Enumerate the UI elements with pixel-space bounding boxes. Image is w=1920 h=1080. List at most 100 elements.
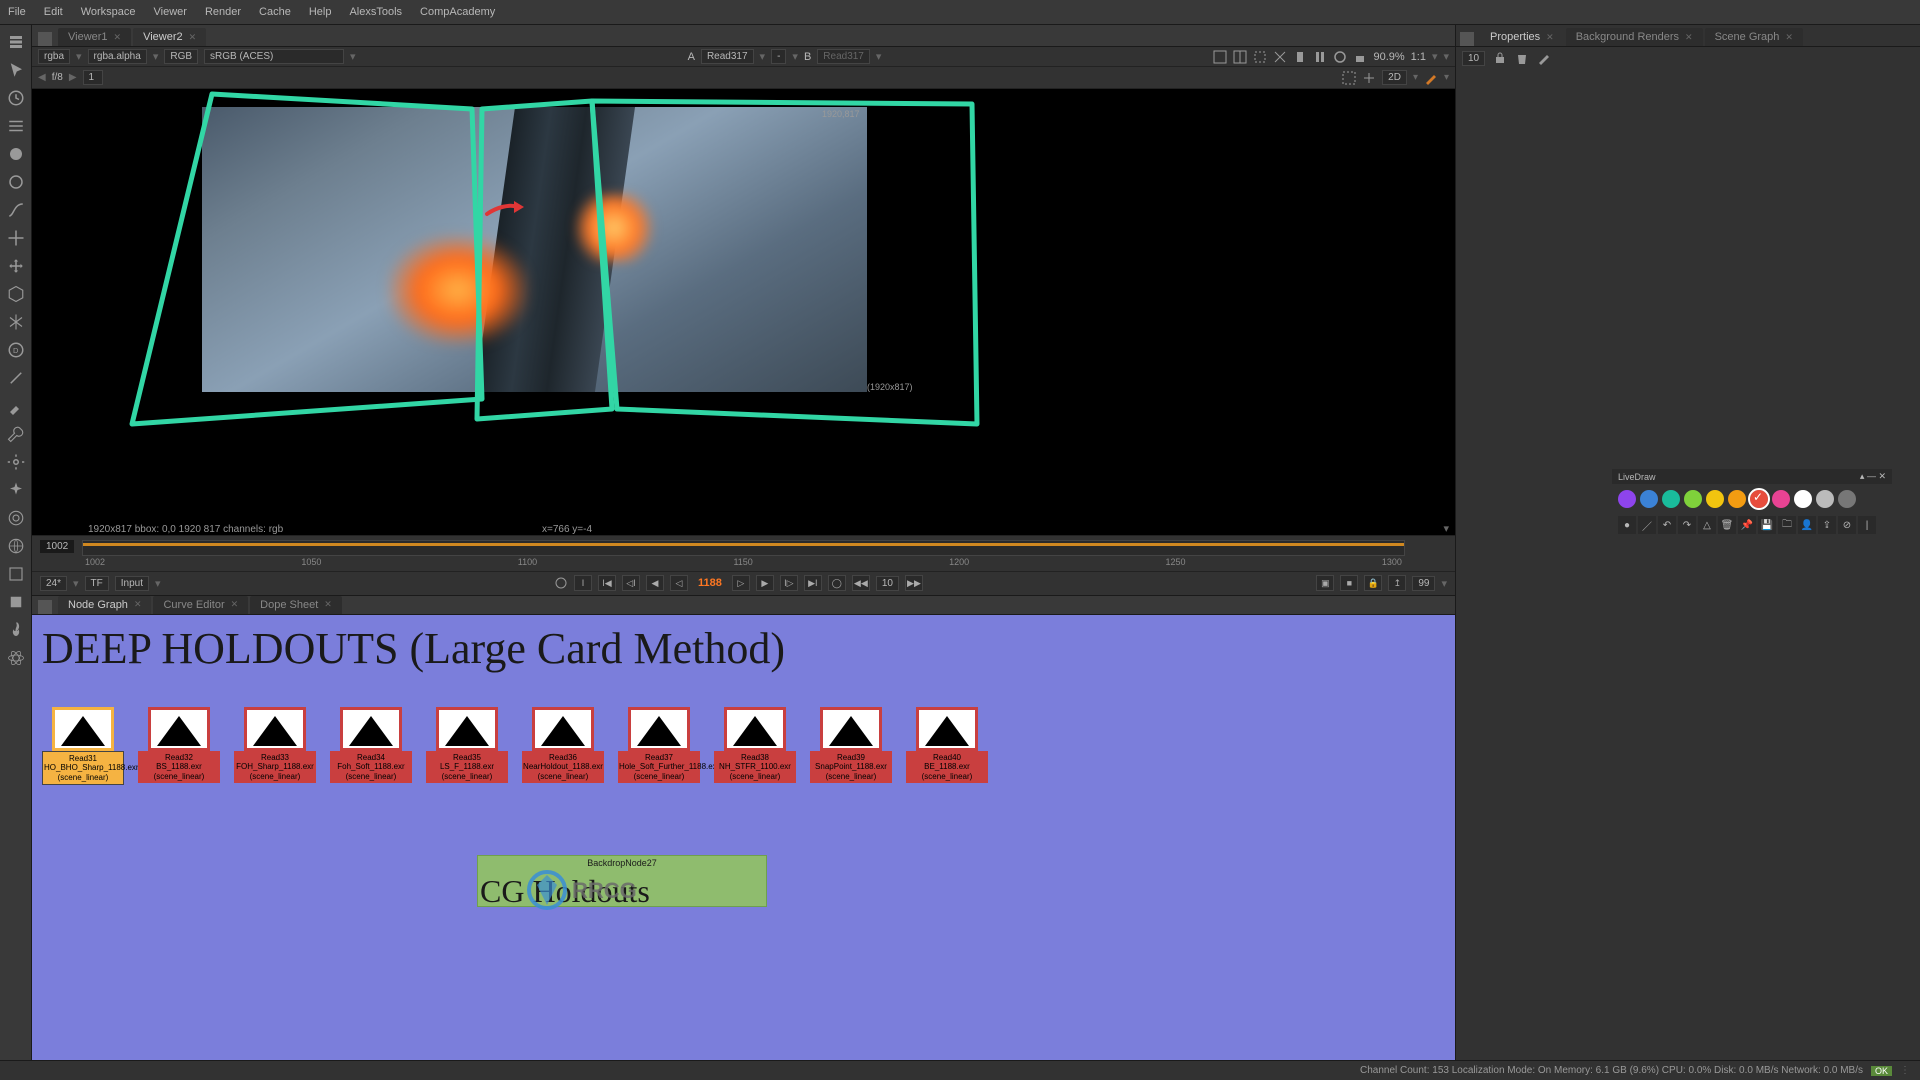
- pen-icon[interactable]: [1424, 71, 1438, 85]
- pin-icon[interactable]: ▴: [1860, 471, 1865, 481]
- pin-tool[interactable]: 📌: [1738, 516, 1756, 534]
- select-icon[interactable]: [7, 33, 25, 51]
- inc-back-button[interactable]: ◀◀: [852, 575, 870, 591]
- zoom-label[interactable]: 90.9%: [1373, 51, 1404, 63]
- sync-icon[interactable]: [554, 576, 568, 590]
- sparkle-icon[interactable]: [7, 481, 25, 499]
- color-swatch[interactable]: [1684, 490, 1702, 508]
- clip-icon[interactable]: [1213, 50, 1227, 64]
- folder-tool[interactable]: 🗀: [1778, 516, 1796, 534]
- channel-select[interactable]: rgba: [38, 49, 70, 64]
- share-tool[interactable]: ⇪: [1818, 516, 1836, 534]
- input-a-select[interactable]: Read317: [701, 49, 754, 64]
- lock2-button[interactable]: 🔒: [1364, 575, 1382, 591]
- cube-icon[interactable]: [7, 285, 25, 303]
- wrench-icon[interactable]: [7, 425, 25, 443]
- chevron-down-icon[interactable]: ▾: [1443, 522, 1449, 535]
- globe-icon[interactable]: [7, 537, 25, 555]
- tab-node-graph[interactable]: Node Graph✕: [58, 596, 151, 614]
- menu-viewer[interactable]: Viewer: [154, 6, 187, 18]
- proxy-icon[interactable]: [1273, 50, 1287, 64]
- lock-icon[interactable]: [1353, 50, 1367, 64]
- increment-value[interactable]: 10: [876, 576, 899, 591]
- fps-select[interactable]: 24*: [40, 576, 67, 591]
- next-icon[interactable]: ▶: [69, 72, 77, 83]
- sphere-icon[interactable]: [7, 145, 25, 163]
- display-select[interactable]: RGB: [164, 49, 198, 64]
- menu-alexstools[interactable]: AlexsTools: [349, 6, 402, 18]
- read-node[interactable]: Read39SnapPoint_1188.exr(scene_linear): [810, 707, 892, 786]
- play-back-button[interactable]: ◀: [646, 575, 664, 591]
- timeline[interactable]: 1002 1002 1050 1100 1150 1200 1250 1300: [32, 535, 1455, 571]
- close-icon[interactable]: ✕: [1785, 32, 1793, 43]
- read-node[interactable]: Read37Hole_Soft_Further_1188.exr(scene_l…: [618, 707, 700, 786]
- circle-icon[interactable]: [7, 173, 25, 191]
- redo-tool[interactable]: ↷: [1678, 516, 1696, 534]
- user-tool[interactable]: 👤: [1798, 516, 1816, 534]
- go-start-button[interactable]: I: [574, 575, 592, 591]
- end-frame[interactable]: 99: [1412, 576, 1435, 591]
- viewport[interactable]: 1920,817 (1920x817) 1920x817 bbox: 0,0 1…: [32, 89, 1455, 535]
- step-fwd-button[interactable]: ▷: [732, 575, 750, 591]
- tab-bg-renders[interactable]: Background Renders✕: [1566, 28, 1703, 46]
- menu-help[interactable]: Help: [309, 6, 332, 18]
- color-swatch[interactable]: [1750, 490, 1768, 508]
- color-swatch[interactable]: [1662, 490, 1680, 508]
- minimize-icon[interactable]: —: [1867, 471, 1876, 481]
- wipe-icon[interactable]: [1233, 50, 1247, 64]
- menu-edit[interactable]: Edit: [44, 6, 63, 18]
- color-swatch[interactable]: [1772, 490, 1790, 508]
- read-node[interactable]: Read35LS_F_1188.exr(scene_linear): [426, 707, 508, 786]
- split-icon[interactable]: [38, 32, 52, 46]
- monitor-button[interactable]: ▣: [1316, 575, 1334, 591]
- snap-icon[interactable]: [1362, 71, 1376, 85]
- inc-fwd-button[interactable]: ▶▶: [905, 575, 923, 591]
- menu-file[interactable]: File: [8, 6, 26, 18]
- close-icon[interactable]: ✕: [134, 599, 142, 610]
- tf-select[interactable]: TF: [85, 576, 109, 591]
- menu-render[interactable]: Render: [205, 6, 241, 18]
- refresh-icon[interactable]: [1333, 50, 1347, 64]
- tab-dope-sheet[interactable]: Dope Sheet✕: [250, 596, 342, 614]
- trash-icon[interactable]: [1515, 51, 1529, 65]
- atom-icon[interactable]: [7, 649, 25, 667]
- close-icon[interactable]: ✕: [189, 32, 197, 43]
- divider-tool[interactable]: |: [1858, 516, 1876, 534]
- first-frame-button[interactable]: I◀: [598, 575, 616, 591]
- color-swatch[interactable]: [1640, 490, 1658, 508]
- gear-icon[interactable]: [7, 453, 25, 471]
- read-node[interactable]: Read33FOH_Sharp_1188.exr(scene_linear): [234, 707, 316, 786]
- read-node[interactable]: Read31HO_BHO_Sharp_1188.exr(scene_linear…: [42, 707, 124, 786]
- color-swatch[interactable]: [1838, 490, 1856, 508]
- chevron-down-icon[interactable]: ▾: [1441, 577, 1447, 590]
- dot-tool[interactable]: ●: [1618, 516, 1636, 534]
- mode-select[interactable]: 2D: [1382, 70, 1407, 85]
- close-icon[interactable]: ✕: [1546, 32, 1554, 43]
- translate-icon[interactable]: [7, 257, 25, 275]
- lock-icon[interactable]: [1493, 51, 1507, 65]
- move-icon[interactable]: [7, 229, 25, 247]
- lut-select[interactable]: sRGB (ACES): [204, 49, 344, 64]
- d-icon[interactable]: D: [7, 341, 25, 359]
- tab-viewer2[interactable]: Viewer2✕: [133, 28, 206, 46]
- roi-icon[interactable]: [1253, 50, 1267, 64]
- target-icon[interactable]: [7, 509, 25, 527]
- flame-icon[interactable]: [7, 621, 25, 639]
- ratio-label[interactable]: 1:1: [1411, 51, 1426, 63]
- menu-compacademy[interactable]: CompAcademy: [420, 6, 495, 18]
- save-tool[interactable]: 💾: [1758, 516, 1776, 534]
- split-icon[interactable]: [38, 600, 52, 614]
- read-node[interactable]: Read36NearHoldout_1188.exr(scene_linear): [522, 707, 604, 786]
- menu-workspace[interactable]: Workspace: [81, 6, 136, 18]
- chevron-down-icon[interactable]: ▾: [1443, 50, 1449, 63]
- line-tool[interactable]: ／: [1638, 516, 1656, 534]
- export-button[interactable]: ↥: [1388, 575, 1406, 591]
- current-frame[interactable]: 1188: [694, 577, 726, 589]
- loop-button[interactable]: ◯: [828, 575, 846, 591]
- input-a-dash[interactable]: -: [771, 49, 786, 64]
- close-icon[interactable]: ✕: [114, 32, 122, 43]
- curve-icon[interactable]: [7, 201, 25, 219]
- rows-icon[interactable]: [7, 117, 25, 135]
- erase-tool[interactable]: △: [1698, 516, 1716, 534]
- node-graph[interactable]: DEEP HOLDOUTS (Large Card Method) Read31…: [32, 615, 1455, 1061]
